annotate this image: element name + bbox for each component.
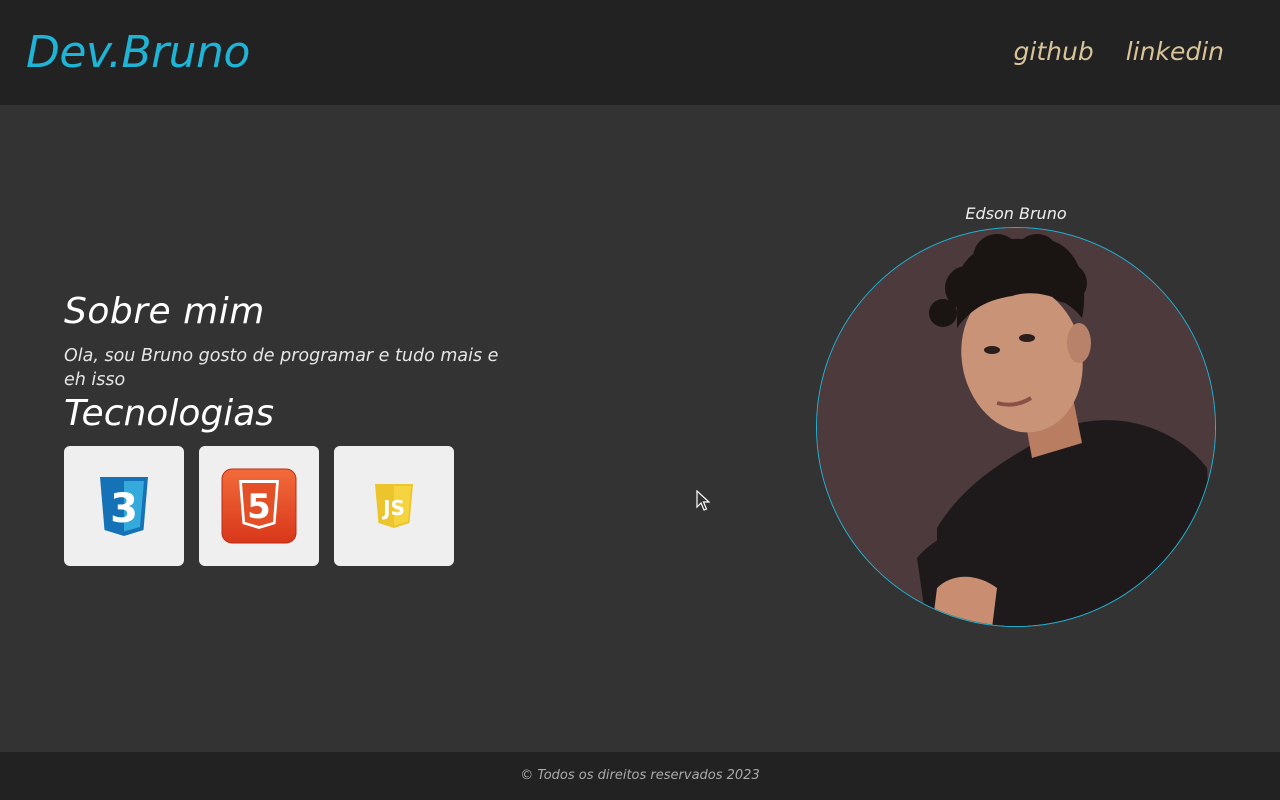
javascript-icon: JS [375, 484, 413, 528]
tech-card-js: JS [334, 446, 454, 566]
tech-card-css: 3 [64, 446, 184, 566]
profile-photo [816, 227, 1216, 627]
html5-icon: 5 [221, 468, 297, 544]
tech-card-html: 5 [199, 446, 319, 566]
html5-label: 5 [247, 487, 271, 527]
css3-label: 3 [110, 486, 138, 532]
nav: github linkedin [1014, 34, 1224, 70]
nav-github-link[interactable]: github [1014, 34, 1094, 70]
person-photo [817, 228, 1215, 626]
logo-link[interactable]: Dev.Bruno [26, 24, 250, 82]
about-section: Sobre mim Ola, sou Bruno gosto de progra… [64, 288, 504, 566]
profile-name: Edson Bruno [965, 204, 1067, 223]
header: Dev.Bruno github linkedin [0, 0, 1280, 105]
js-label: JS [381, 496, 405, 520]
tech-title: Tecnologias [64, 393, 275, 434]
about-title: Sobre mim [64, 291, 265, 332]
footer: © Todos os direitos reservados 2023 [0, 752, 1280, 800]
mouse-cursor-icon [696, 490, 710, 511]
about-text: Ola, sou Bruno gosto de programar e tudo… [64, 346, 499, 390]
css3-icon: 3 [100, 477, 148, 536]
tech-list: 3 5 JS [64, 446, 504, 566]
footer-copyright: © Todos os direitos reservados 2023 [520, 768, 760, 783]
nav-linkedin-link[interactable]: linkedin [1126, 34, 1224, 70]
